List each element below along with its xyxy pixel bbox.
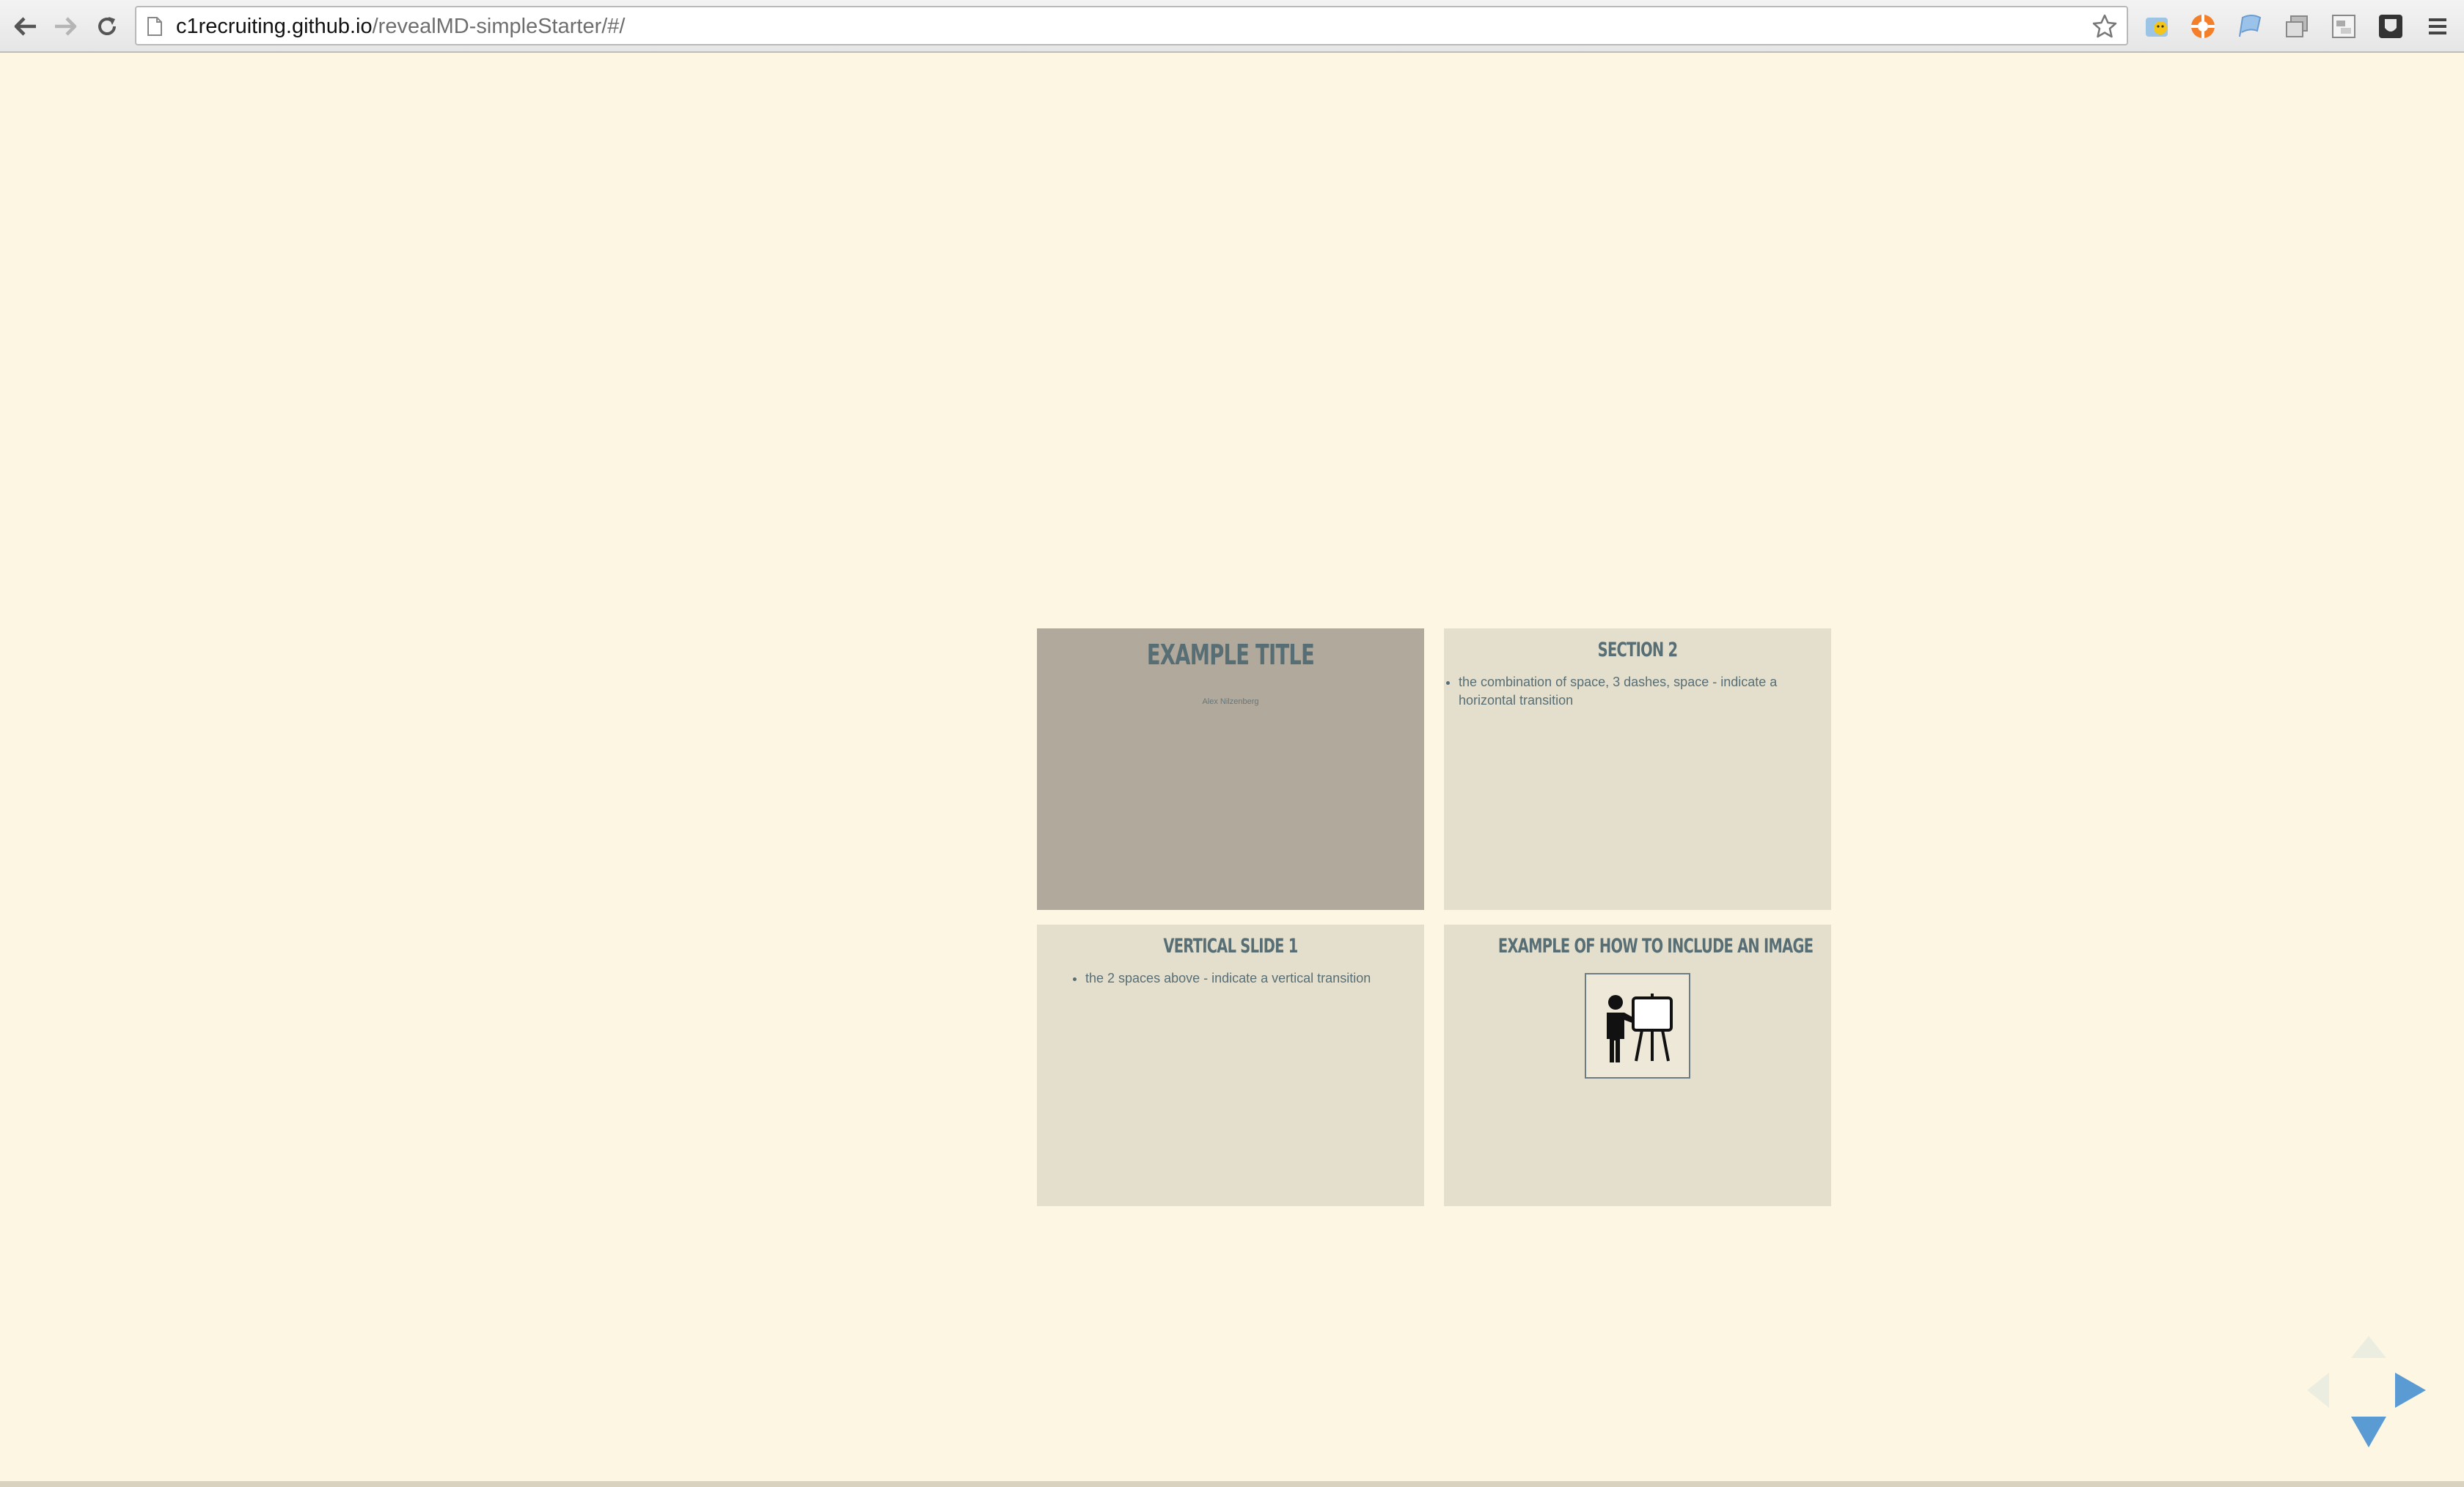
- nav-up-arrow-icon[interactable]: [2351, 1336, 2386, 1358]
- reload-icon: [98, 17, 116, 35]
- bullet-list: the combination of space, 3 dashes, spac…: [1444, 673, 1831, 710]
- list-item: the combination of space, 3 dashes, spac…: [1459, 673, 1812, 710]
- bullet-list: the 2 spaces above - indicate a vertical…: [1037, 969, 1424, 988]
- forward-arrow-icon: [55, 17, 77, 36]
- extension-button[interactable]: [2234, 10, 2266, 43]
- slide-section-2[interactable]: SECTION 2 the combination of space, 3 da…: [1444, 628, 1831, 910]
- back-button[interactable]: [9, 10, 41, 43]
- address-bar[interactable]: c1recruiting.github.io/revealMD-simpleSt…: [135, 6, 2128, 45]
- slide-title-heading: EXAMPLE TITLE: [1146, 639, 1315, 671]
- window-icon: [2332, 15, 2355, 38]
- reload-button[interactable]: [91, 10, 123, 43]
- page-icon: [147, 17, 162, 36]
- progress-bar-track: [0, 1481, 2464, 1487]
- nav-left-arrow-icon[interactable]: [2307, 1373, 2329, 1408]
- lifebuoy-icon: [2191, 15, 2215, 38]
- hamburger-menu-icon: [2429, 18, 2446, 34]
- extension-button[interactable]: [2187, 10, 2219, 43]
- extension-button[interactable]: [2281, 10, 2313, 43]
- slide-heading: VERTICAL SLIDE 1: [1163, 935, 1298, 958]
- url-text[interactable]: c1recruiting.github.io/revealMD-simpleSt…: [176, 15, 625, 39]
- image-frame: [1585, 973, 1690, 1079]
- extension-button[interactable]: [2375, 10, 2407, 43]
- slide-heading: EXAMPLE OF HOW TO INCLUDE AN IMAGE: [1497, 935, 1814, 958]
- flag-icon: [2239, 15, 2262, 37]
- slide-heading: SECTION 2: [1597, 639, 1678, 661]
- back-arrow-icon: [14, 17, 36, 36]
- nav-down-arrow-icon[interactable]: [2351, 1417, 2386, 1447]
- url-path: /revealMD-simpleStarter/#/: [372, 15, 626, 38]
- url-host: c1recruiting.github.io: [176, 15, 373, 38]
- star-icon[interactable]: [2091, 13, 2118, 40]
- stack-icon: [2286, 15, 2308, 37]
- list-item: the 2 spaces above - indicate a vertical…: [1085, 969, 1424, 988]
- forward-button[interactable]: [50, 10, 82, 43]
- extension-button[interactable]: [2328, 10, 2360, 43]
- slide-vertical-1[interactable]: VERTICAL SLIDE 1 the 2 spaces above - in…: [1037, 925, 1424, 1206]
- browser-toolbar: c1recruiting.github.io/revealMD-simpleSt…: [0, 0, 2464, 53]
- extension-icon: [2146, 18, 2168, 37]
- shield-icon: [2379, 15, 2402, 38]
- slide-author: Alex Nilzenberg: [1202, 697, 1259, 706]
- extension-button[interactable]: [2141, 10, 2174, 43]
- menu-button[interactable]: [2421, 10, 2454, 43]
- slide-image-example[interactable]: EXAMPLE OF HOW TO INCLUDE AN IMAGE: [1444, 925, 1831, 1206]
- slide-title[interactable]: EXAMPLE TITLE Alex Nilzenberg: [1037, 628, 1424, 910]
- nav-right-arrow-icon[interactable]: [2395, 1373, 2426, 1408]
- presenter-at-easel-icon: [1607, 994, 1673, 1062]
